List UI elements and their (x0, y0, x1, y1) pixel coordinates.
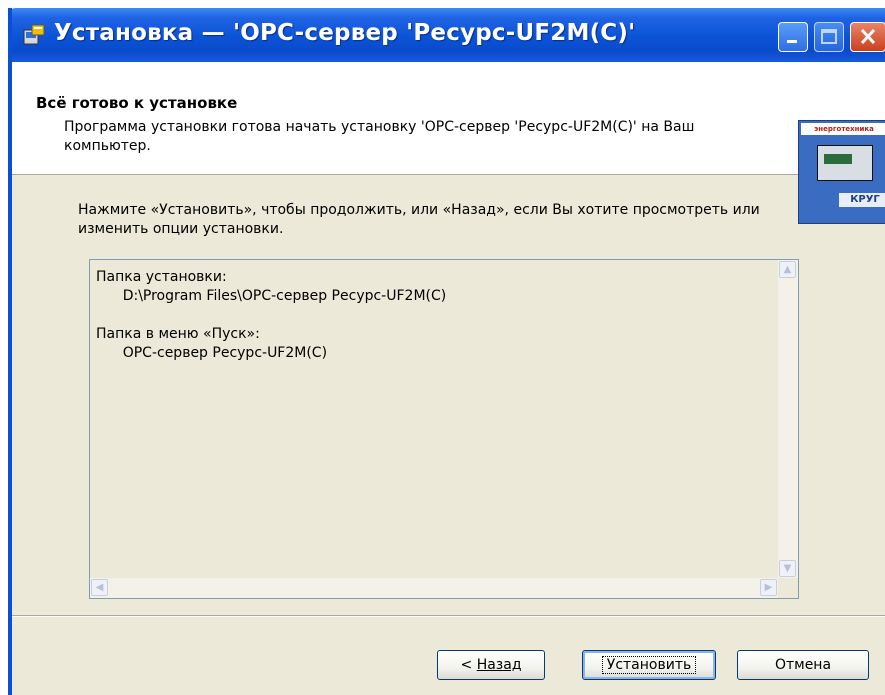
scroll-down-icon[interactable]: ▼ (779, 560, 796, 577)
maximize-icon (821, 29, 837, 44)
scroll-up-icon[interactable]: ▲ (779, 261, 796, 278)
scroll-right-icon[interactable]: ▶ (760, 579, 777, 596)
scroll-left-icon[interactable]: ◀ (91, 579, 108, 596)
maximize-button (814, 22, 844, 52)
window-title: Установка — 'OPC-сервер 'Ресурс-UF2M(C)' (54, 20, 636, 46)
page-description: Программа установки готова начать устано… (64, 119, 695, 154)
page-title: Всё готово к установке (36, 94, 238, 112)
horizontal-scrollbar[interactable]: ◀ ▶ (90, 578, 778, 598)
installer-window: Установка — 'OPC-сервер 'Ресурс-UF2M(C)'… (8, 8, 885, 695)
logo-top-text: энерготехника (801, 123, 885, 135)
wizard-content: Нажмите «Установить», чтобы продолжить, … (12, 175, 885, 615)
cancel-button[interactable]: Отмена (737, 650, 869, 680)
back-button[interactable]: < Назад (437, 650, 545, 680)
cancel-label: Отмена (774, 657, 832, 673)
ready-memo[interactable]: Папка установки: D:\Program Files\OPC-се… (89, 259, 799, 599)
back-prefix: < (460, 657, 477, 673)
title-bar[interactable]: Установка — 'OPC-сервер 'Ресурс-UF2M(C)' (12, 8, 885, 62)
installer-app-icon (23, 24, 45, 45)
scroll-corner (778, 578, 798, 598)
minimize-icon (787, 40, 797, 43)
minimize-button[interactable] (778, 22, 808, 52)
close-icon (860, 28, 876, 45)
instruction-text: Нажмите «Установить», чтобы продолжить, … (78, 202, 760, 237)
footer-separator (12, 615, 885, 617)
memo-text: Папка установки: D:\Program Files\OPC-се… (96, 269, 447, 361)
vertical-scrollbar[interactable]: ▲ ▼ (778, 260, 798, 578)
close-button[interactable] (850, 22, 885, 52)
install-label: Установить (601, 656, 697, 674)
install-button[interactable]: Установить (582, 650, 716, 680)
wizard-header: Всё готово к установке Программа установ… (12, 62, 885, 224)
back-label: Назад (476, 657, 522, 673)
